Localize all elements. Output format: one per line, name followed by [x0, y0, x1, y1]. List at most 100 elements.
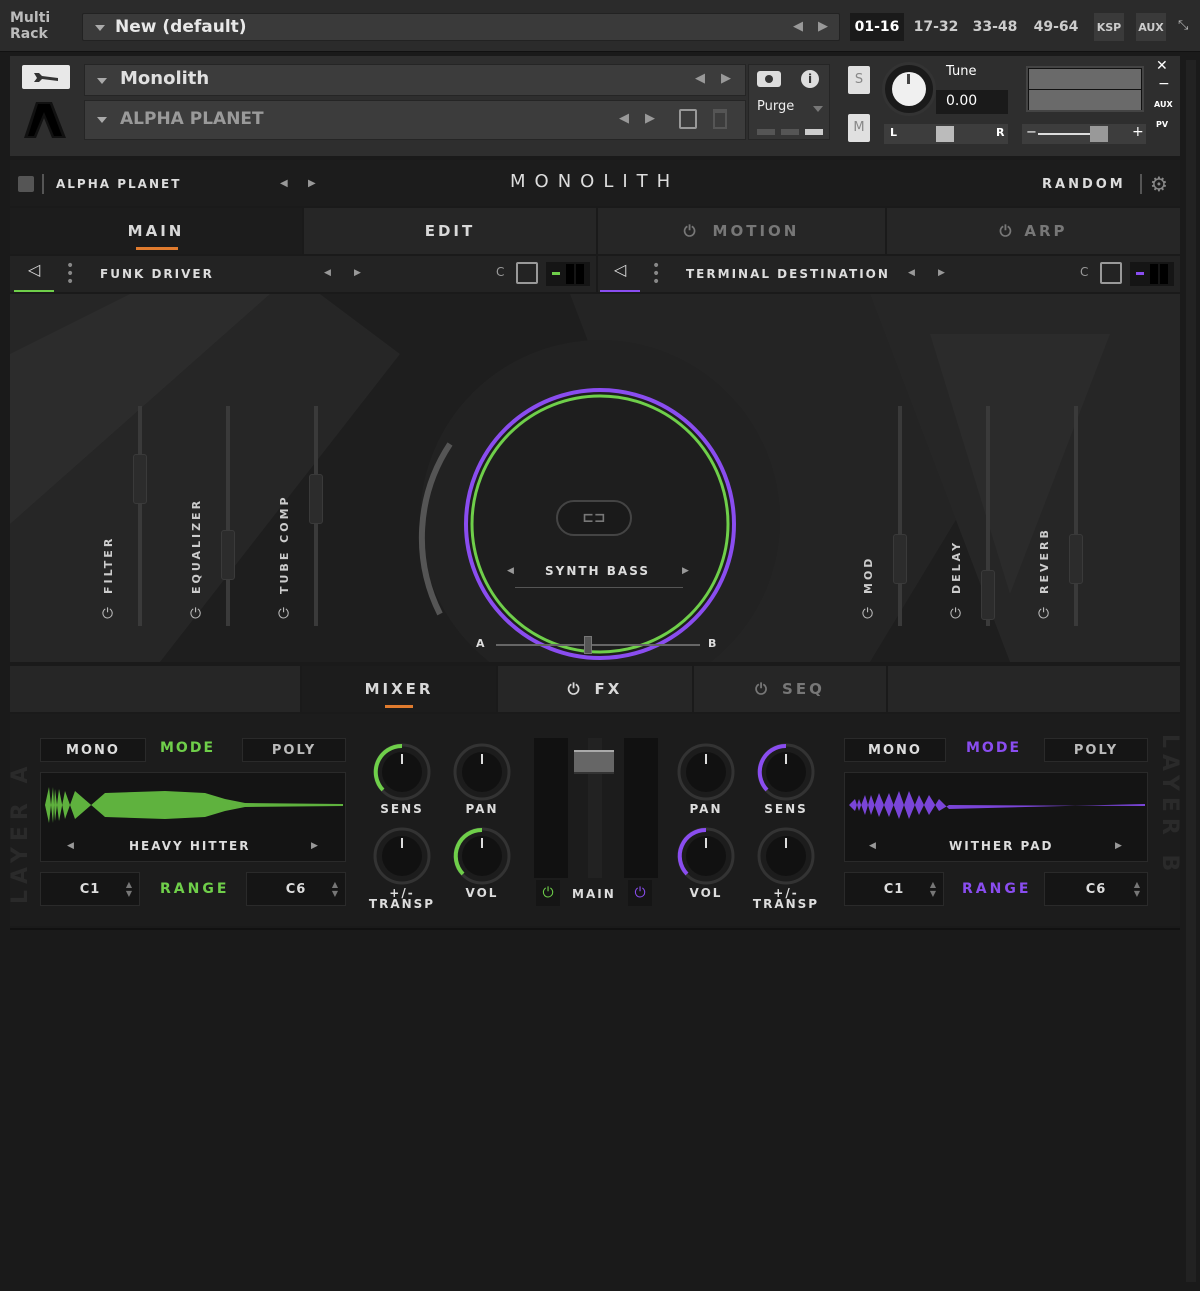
volume-slider[interactable]: − + — [1022, 124, 1146, 144]
power-icon[interactable]: ⏻ — [190, 606, 201, 622]
power-icon[interactable]: ⏻ — [950, 606, 961, 622]
prev-preset-icon[interactable]: ◀ — [619, 111, 629, 126]
next-arrow-icon[interactable]: ▶ — [818, 19, 828, 34]
mixer-knob[interactable] — [372, 826, 432, 886]
minimize-icon[interactable]: − — [1158, 76, 1170, 92]
dropdown-icon[interactable] — [95, 25, 105, 31]
fx-fader-thumb[interactable] — [893, 534, 907, 584]
menu-dots-icon[interactable]: • • • — [652, 259, 660, 289]
camera-icon[interactable] — [757, 71, 781, 87]
next-instrument-icon[interactable]: ▶ — [721, 71, 731, 86]
solo-button[interactable]: S — [848, 66, 870, 94]
purge-dropdown-icon[interactable] — [813, 106, 823, 112]
range-low-a[interactable]: C1 ▲ ▼ — [40, 872, 140, 906]
tab-arp[interactable]: ⏻ ARP — [887, 208, 1180, 254]
tab-seq[interactable]: ⏻ SEQ — [694, 666, 886, 712]
fx-fader-thumb[interactable] — [1069, 534, 1083, 584]
prev-preset-icon[interactable]: ◀ — [280, 178, 288, 189]
next-sample-icon[interactable]: ▶ — [1115, 841, 1122, 851]
poly-button[interactable]: POLY — [1044, 738, 1148, 762]
prev-arrow-icon[interactable]: ◀ — [793, 19, 803, 34]
power-icon[interactable]: ⏻ — [1038, 606, 1049, 622]
range-high-b[interactable]: C6 ▲ ▼ — [1044, 872, 1148, 906]
prev-instrument-icon[interactable]: ◀ — [695, 71, 705, 86]
next-layer-preset-icon[interactable]: ▶ — [354, 268, 361, 278]
sample-display-b[interactable]: ◀ WITHER PAD ▶ — [844, 772, 1148, 862]
next-sample-icon[interactable]: ▶ — [311, 841, 318, 851]
link-icon[interactable]: C — [496, 265, 504, 279]
sample-display-a[interactable]: ◀ HEAVY HITTER ▶ — [40, 772, 346, 862]
aux-button[interactable]: AUX — [1136, 13, 1166, 41]
mixer-knob[interactable] — [756, 742, 816, 802]
morph-slider[interactable] — [496, 644, 700, 646]
settings-gear-icon[interactable]: ⚙ — [1150, 172, 1168, 196]
link-icon[interactable]: C — [1080, 265, 1088, 279]
mute-button[interactable]: M — [848, 114, 870, 142]
mono-button[interactable]: MONO — [844, 738, 946, 762]
mixer-knob[interactable] — [756, 826, 816, 886]
next-preset-icon[interactable]: ▶ — [645, 111, 655, 126]
fx-fader-thumb[interactable] — [133, 454, 147, 504]
fx-fader-thumb[interactable] — [981, 570, 995, 620]
prev-sample-icon[interactable]: ◀ — [869, 841, 876, 851]
prev-center-preset-icon[interactable]: ◀ — [507, 566, 514, 576]
dice-icon[interactable] — [1100, 262, 1122, 284]
purge-label[interactable]: Purge — [757, 99, 794, 114]
main-fader-thumb[interactable] — [574, 750, 614, 774]
ksp-button[interactable]: KSP — [1094, 13, 1124, 41]
close-icon[interactable]: ✕ — [1156, 58, 1168, 74]
mixer-knob[interactable] — [676, 742, 736, 802]
poly-button[interactable]: POLY — [242, 738, 346, 762]
mixer-knob[interactable] — [452, 742, 512, 802]
prev-layer-preset-icon[interactable]: ◀ — [324, 268, 331, 278]
trash-icon[interactable] — [713, 109, 727, 129]
link-layers-icon[interactable]: ⊏⊐ — [556, 500, 632, 536]
rack-name-field[interactable]: New (default) ◀ ▶ — [82, 13, 840, 41]
fx-fader-thumb[interactable] — [221, 530, 235, 580]
fx-fader-left-0[interactable] — [138, 406, 142, 626]
mono-button[interactable]: MONO — [40, 738, 146, 762]
fx-fader-right-0[interactable] — [898, 406, 902, 626]
power-icon[interactable]: ⏻ — [862, 606, 873, 622]
morph-slider-thumb[interactable] — [583, 636, 592, 654]
scrollbar[interactable] — [1186, 60, 1196, 1282]
fx-fader-left-1[interactable] — [226, 406, 230, 626]
pv-label[interactable]: PV — [1156, 120, 1168, 129]
fx-fader-right-2[interactable] — [1074, 406, 1078, 626]
pan-slider[interactable]: L R — [884, 124, 1008, 144]
tune-knob[interactable] — [882, 62, 936, 116]
tune-value[interactable]: 0.00 — [936, 90, 1008, 114]
range-tab-49-64[interactable]: 49-64 — [1026, 13, 1086, 41]
tab-motion[interactable]: ⏻ MOTION — [598, 208, 885, 254]
info-icon[interactable]: i — [801, 70, 819, 88]
prev-sample-icon[interactable]: ◀ — [67, 841, 74, 851]
save-preset-icon[interactable] — [18, 176, 34, 192]
range-tab-01-16[interactable]: 01-16 — [850, 13, 904, 41]
menu-dots-icon[interactable]: • • • — [66, 259, 74, 289]
fx-fader-thumb[interactable] — [309, 474, 323, 524]
random-button[interactable]: RANDOM — [1042, 177, 1126, 192]
speaker-icon[interactable]: ◁ — [600, 260, 640, 292]
preset-field[interactable]: ALPHA PLANET ◀ ▶ — [84, 100, 746, 140]
power-icon[interactable]: ⏻ — [628, 880, 652, 906]
next-center-preset-icon[interactable]: ▶ — [682, 566, 689, 576]
save-icon[interactable] — [679, 109, 697, 129]
mixer-knob[interactable] — [676, 826, 736, 886]
range-tab-17-32[interactable]: 17-32 — [908, 13, 964, 41]
aux-label[interactable]: AUX — [1154, 100, 1173, 109]
range-low-b[interactable]: C1 ▲ ▼ — [844, 872, 944, 906]
prev-layer-preset-icon[interactable]: ◀ — [908, 268, 915, 278]
range-tab-33-48[interactable]: 33-48 — [966, 13, 1024, 41]
power-icon[interactable]: ⏻ — [536, 880, 560, 906]
collapse-icon[interactable]: ⤡ — [1178, 18, 1188, 33]
tab-fx[interactable]: ⏻ FX — [498, 666, 692, 712]
next-layer-preset-icon[interactable]: ▶ — [938, 268, 945, 278]
power-icon[interactable]: ⏻ — [102, 606, 113, 622]
tab-edit[interactable]: EDIT — [304, 208, 596, 254]
next-preset-icon[interactable]: ▶ — [308, 178, 316, 189]
instrument-name-field[interactable]: Monolith ◀ ▶ — [84, 64, 746, 96]
range-high-a[interactable]: C6 ▲ ▼ — [246, 872, 346, 906]
mixer-knob[interactable] — [372, 742, 432, 802]
dice-icon[interactable] — [516, 262, 538, 284]
wrench-icon[interactable] — [22, 65, 70, 89]
